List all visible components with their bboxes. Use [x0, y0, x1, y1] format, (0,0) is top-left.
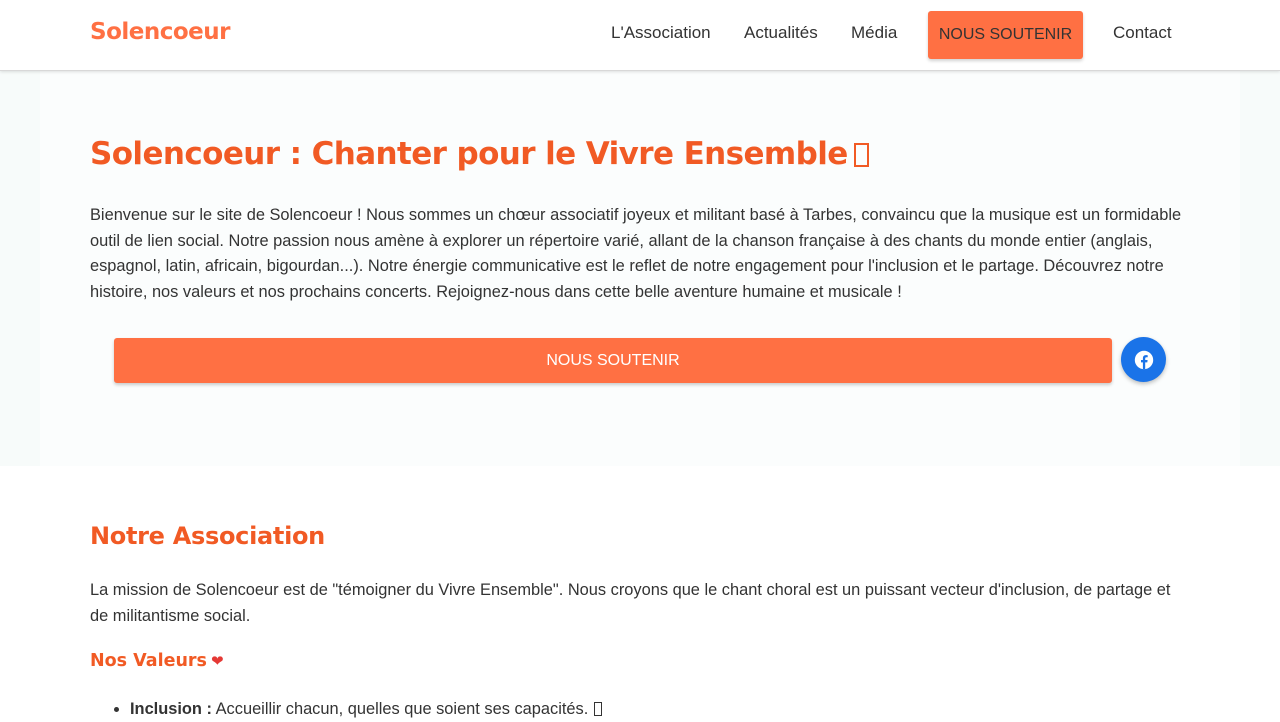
values-title: Nos Valeurs ❤ — [90, 651, 224, 671]
emoji-placeholder-icon — [594, 702, 603, 716]
values-list: Inclusion : Accueillir chacun, quelles q… — [130, 697, 1130, 722]
list-item: Inclusion : Accueillir chacun, quelles q… — [130, 697, 1130, 722]
association-mission-text: La mission de Solencoeur est de "témoign… — [90, 581, 1171, 625]
value-label: Inclusion : — [130, 700, 212, 718]
facebook-icon — [1134, 350, 1153, 369]
hero-title-text: Solencoeur : Chanter pour le Vivre Ensem… — [90, 136, 848, 172]
heart-icon: ❤ — [210, 652, 224, 670]
hero-support-button[interactable]: NOUS SOUTENIR — [114, 338, 1112, 383]
nav-link-contact[interactable]: Contact — [1113, 23, 1172, 43]
values-title-text: Nos Valeurs — [90, 651, 207, 671]
nav-support-button[interactable]: NOUS SOUTENIR — [928, 11, 1083, 59]
association-title: Notre Association — [90, 522, 325, 550]
site-logo[interactable]: Solencoeur — [90, 19, 230, 45]
nav-link-actualites[interactable]: Actualités — [744, 23, 818, 43]
hero-intro-text: Bienvenue sur le site de Solencoeur ! No… — [90, 206, 1182, 302]
site-header: Solencoeur L'Association Actualités Médi… — [0, 0, 1280, 71]
value-text: Accueillir chacun, quelles que soient se… — [215, 700, 589, 718]
nav-link-media[interactable]: Média — [851, 23, 897, 43]
emoji-placeholder-icon — [853, 143, 869, 167]
facebook-button[interactable] — [1121, 337, 1166, 382]
nav-link-association[interactable]: L'Association — [611, 23, 711, 43]
hero-title: Solencoeur : Chanter pour le Vivre Ensem… — [90, 136, 869, 172]
